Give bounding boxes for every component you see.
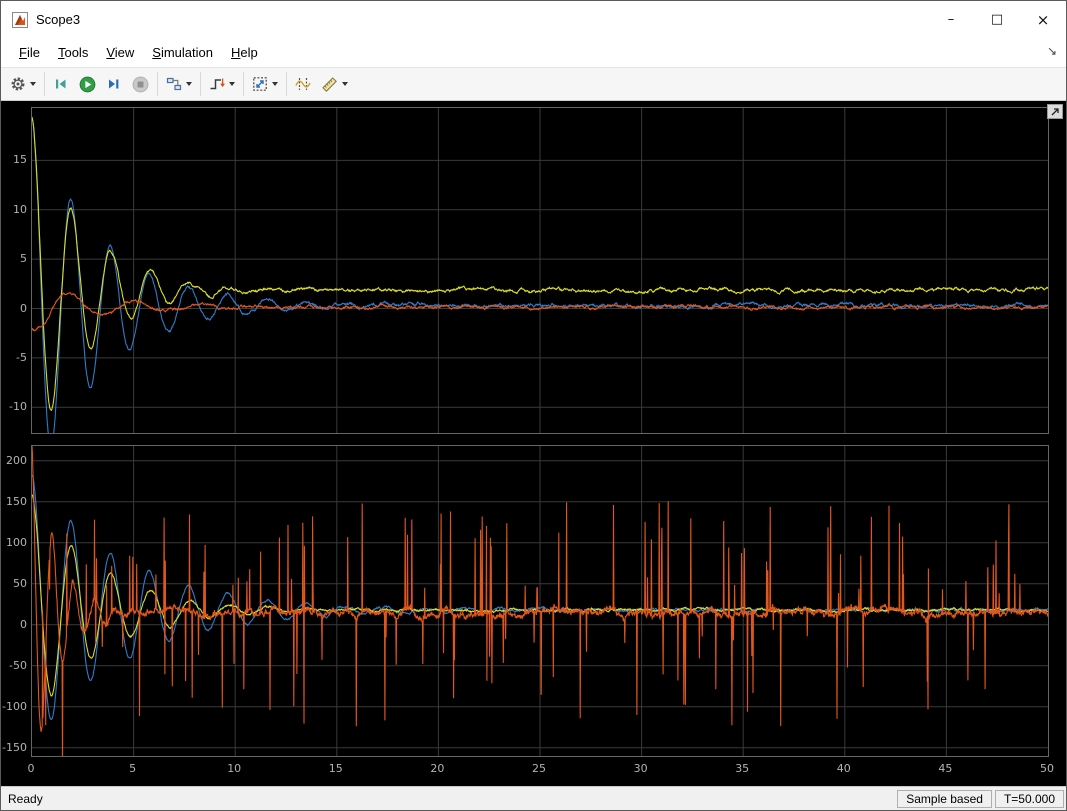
maximize-axes-button[interactable] <box>1047 104 1063 119</box>
dropdown-caret-icon <box>229 82 235 86</box>
step-back-button[interactable] <box>48 71 74 98</box>
y-tick-label: 200 <box>1 454 27 467</box>
stop-button[interactable] <box>127 71 154 98</box>
trigger-button[interactable] <box>204 71 240 98</box>
scope-plot-canvas <box>32 108 1048 433</box>
x-tick-label: 20 <box>430 762 444 775</box>
x-tick-label: 25 <box>532 762 546 775</box>
y-tick-label: -100 <box>1 700 27 713</box>
menu-item-view[interactable]: View <box>97 41 143 64</box>
cursor-measurements-icon <box>295 76 311 92</box>
window-title: Scope3 <box>36 12 80 27</box>
y-tick-label: -150 <box>1 741 27 754</box>
dock-arrow-icon[interactable]: ↘ <box>1047 44 1057 58</box>
run-icon <box>79 76 96 93</box>
y-tick-label: 5 <box>1 252 27 265</box>
zoom-fit-button[interactable] <box>247 71 283 98</box>
menubar: FileToolsViewSimulationHelp ↘ <box>1 38 1066 67</box>
dropdown-caret-icon <box>186 82 192 86</box>
toolbar-separator <box>286 72 287 96</box>
status-sample-mode: Sample based <box>897 790 992 808</box>
cursor-measurements-button[interactable] <box>290 71 316 98</box>
scope-plot-canvas <box>32 446 1048 756</box>
y-tick-label: 15 <box>1 153 27 166</box>
y-tick-label: 150 <box>1 495 27 508</box>
y-tick-label: -50 <box>1 659 27 672</box>
trigger-icon <box>209 76 225 92</box>
close-button[interactable]: × <box>1020 1 1066 38</box>
toolbar-separator <box>44 72 45 96</box>
settings-button[interactable] <box>5 71 41 98</box>
menu-item-tools[interactable]: Tools <box>49 41 97 64</box>
step-forward-icon <box>106 76 122 92</box>
menu-item-help[interactable]: Help <box>222 41 267 64</box>
x-tick-label: 50 <box>1040 762 1054 775</box>
x-tick-label: 10 <box>227 762 241 775</box>
statusbar: Ready Sample based T=50.000 <box>1 786 1066 810</box>
stop-icon <box>132 76 149 93</box>
x-tick-label: 45 <box>938 762 952 775</box>
scope-axes-bottom[interactable] <box>31 445 1049 757</box>
signal-selector-button[interactable] <box>161 71 197 98</box>
toolbar-separator <box>157 72 158 96</box>
measurements-button[interactable] <box>316 71 353 98</box>
toolbar-separator <box>243 72 244 96</box>
run-button[interactable] <box>74 71 101 98</box>
y-tick-label: 0 <box>1 618 27 631</box>
zoom-fit-icon <box>252 76 268 92</box>
menu-item-simulation[interactable]: Simulation <box>143 41 222 64</box>
measurements-icon <box>321 76 338 93</box>
dropdown-caret-icon <box>272 82 278 86</box>
x-tick-label: 15 <box>329 762 343 775</box>
y-tick-label: -5 <box>1 351 27 364</box>
menu-item-file[interactable]: File <box>10 41 49 64</box>
scope-axes-top[interactable] <box>31 107 1049 434</box>
x-tick-label: 40 <box>837 762 851 775</box>
toolbar-separator <box>200 72 201 96</box>
dropdown-caret-icon <box>342 82 348 86</box>
window-controls: – □ × <box>928 1 1066 38</box>
titlebar: Scope3 – □ × <box>1 1 1066 38</box>
maximize-axes-icon <box>1051 107 1060 116</box>
maximize-button[interactable]: □ <box>974 1 1020 38</box>
step-back-icon <box>53 76 69 92</box>
y-tick-label: 50 <box>1 577 27 590</box>
status-cells: Sample based T=50.000 <box>897 790 1066 808</box>
y-tick-label: 10 <box>1 203 27 216</box>
toolbar <box>1 67 1066 101</box>
scope-window: Scope3 – □ × FileToolsViewSimulationHelp… <box>0 0 1067 811</box>
minimize-button[interactable]: – <box>928 1 974 38</box>
x-tick-label: 30 <box>634 762 648 775</box>
x-tick-label: 35 <box>735 762 749 775</box>
plot-area: 151050-5-10200150100500-50-100-150051015… <box>1 101 1066 786</box>
status-time: T=50.000 <box>995 790 1064 808</box>
y-tick-label: 0 <box>1 302 27 315</box>
y-tick-label: 100 <box>1 536 27 549</box>
gear-icon <box>10 76 26 92</box>
dropdown-caret-icon <box>30 82 36 86</box>
status-ready: Ready <box>1 792 43 806</box>
app-icon <box>12 12 28 28</box>
step-forward-button[interactable] <box>101 71 127 98</box>
x-tick-label: 5 <box>129 762 136 775</box>
menubar-items: FileToolsViewSimulationHelp <box>10 41 267 64</box>
y-tick-label: -10 <box>1 400 27 413</box>
signal-selector-icon <box>166 76 182 92</box>
x-tick-label: 0 <box>28 762 35 775</box>
